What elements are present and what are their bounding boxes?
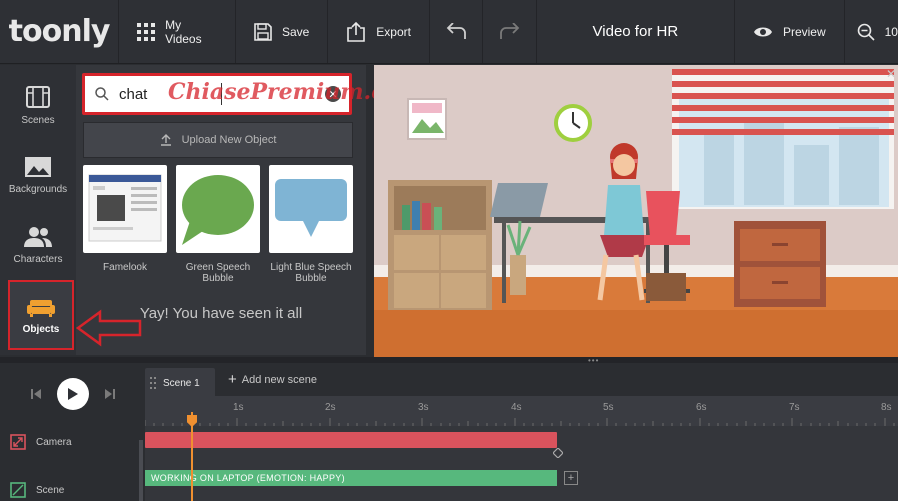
scene-track-icon — [10, 482, 26, 498]
skip-forward-icon[interactable] — [103, 388, 117, 400]
undo-icon — [446, 22, 467, 39]
ruler-label-8s: 8s — [881, 402, 892, 413]
eye-icon — [753, 27, 772, 36]
ruler-label-4s: 4s — [511, 402, 522, 413]
track-label-scene[interactable]: Scene — [10, 482, 64, 498]
backgrounds-icon — [25, 156, 51, 177]
zoom-level: 10 — [884, 24, 898, 39]
close-icon[interactable]: ✕ — [886, 67, 896, 81]
export-icon — [347, 21, 366, 42]
nav-item-backgrounds[interactable]: Backgrounds — [0, 140, 76, 210]
nav-label-backgrounds: Backgrounds — [8, 183, 68, 195]
app-logo[interactable]: toonly — [0, 0, 120, 63]
famelook-thumbnail-icon — [88, 174, 162, 242]
object-label-green-speech-bubble: Green Speech Bubble — [185, 262, 251, 284]
nav-label-characters: Characters — [13, 253, 63, 265]
top-toolbar: toonly My Videos Save Export Video for H… — [0, 0, 898, 64]
annotation-arrow-icon — [76, 309, 142, 347]
save-icon — [254, 22, 272, 41]
track-area[interactable]: WORKING ON LAPTOP (EMOTION: HAPPY) + — [145, 426, 898, 501]
left-nav: Scenes Backgrounds Characters Objects — [0, 65, 76, 355]
upload-icon — [160, 134, 171, 146]
object-label-famelook: Famelook — [103, 262, 147, 273]
track-label-camera-text: Camera — [36, 436, 72, 448]
camera-track-bar[interactable] — [145, 432, 557, 448]
export-label: Export — [376, 24, 411, 39]
nav-item-scenes[interactable]: Scenes — [0, 70, 76, 140]
my-videos-label: My Videos — [165, 17, 202, 46]
object-card-green-speech-bubble[interactable] — [176, 165, 260, 253]
search-icon — [95, 87, 109, 101]
nav-label-scenes: Scenes — [21, 114, 55, 126]
ruler-label-7s: 7s — [789, 402, 800, 413]
ruler-label-3s: 3s — [418, 402, 429, 413]
keyframe-diamond-icon[interactable] — [553, 448, 563, 458]
sofa-icon — [27, 299, 55, 317]
search-box[interactable]: ✕ — [82, 73, 352, 115]
play-button[interactable] — [56, 378, 89, 410]
time-ruler[interactable]: 1s 2s 3s 4s 5s 6s 7s 8s — [145, 396, 898, 426]
nav-label-objects: Objects — [22, 323, 60, 335]
scene-canvas[interactable]: ✕ — [374, 65, 898, 357]
add-scene-label: Add new scene — [241, 373, 317, 386]
office-scene-illustration — [374, 65, 898, 357]
scenes-icon — [26, 85, 50, 108]
ruler-label-5s: 5s — [603, 402, 614, 413]
redo-icon — [499, 22, 519, 39]
nav-item-objects[interactable]: Objects — [8, 280, 74, 350]
track-label-camera[interactable]: Camera — [10, 434, 72, 450]
logo-text: toonly — [8, 14, 111, 49]
zoom-out-icon — [857, 23, 875, 41]
object-label-light-blue-speech-bubble: Light Blue Speech Bubble — [270, 262, 352, 284]
video-title-text: Video for HR — [592, 23, 679, 40]
light-blue-speech-bubble-icon — [275, 179, 347, 237]
scene-bar-label: WORKING ON LAPTOP (EMOTION: HAPPY) — [151, 473, 345, 483]
redo-button[interactable] — [483, 0, 537, 63]
nav-item-characters[interactable]: Characters — [0, 210, 76, 280]
upload-label: Upload New Object — [181, 134, 277, 146]
undo-button[interactable] — [430, 0, 484, 63]
ruler-label-6s: 6s — [696, 402, 707, 413]
tab-scene-1[interactable]: Scene 1 — [145, 368, 215, 398]
track-scrollbar[interactable] — [139, 440, 143, 501]
green-speech-bubble-icon — [182, 175, 254, 245]
ruler-label-2s: 2s — [325, 402, 336, 413]
search-input[interactable] — [119, 85, 309, 103]
object-card-light-blue-speech-bubble[interactable] — [269, 165, 353, 253]
ruler-ticks — [145, 418, 895, 426]
plus-icon: + — [228, 371, 237, 388]
close-icon: ✕ — [328, 88, 338, 101]
clear-search-button[interactable]: ✕ — [325, 86, 341, 102]
camera-track-icon — [10, 434, 26, 450]
track-label-scene-text: Scene — [36, 484, 65, 496]
track-labels: Camera Scene — [0, 426, 145, 501]
scene-track-bar[interactable]: WORKING ON LAPTOP (EMOTION: HAPPY) — [145, 470, 557, 486]
app-window: toonly My Videos Save Export Video for H… — [0, 0, 898, 501]
play-icon — [67, 388, 78, 400]
zoom-control[interactable]: 10 — [843, 0, 898, 63]
export-button[interactable]: Export — [328, 0, 430, 63]
skip-back-icon[interactable] — [29, 388, 43, 400]
object-card-famelook[interactable] — [83, 165, 167, 253]
save-button[interactable]: Save — [236, 0, 329, 63]
add-track-item-button[interactable]: + — [564, 471, 578, 485]
my-videos-button[interactable]: My Videos — [119, 0, 236, 63]
playback-controls — [0, 363, 145, 425]
timeline: Scene 1 + Add new scene 1s 2s 3s 4s 5s 6… — [0, 363, 898, 501]
save-label: Save — [281, 24, 310, 39]
scene-tab-label: Scene 1 — [163, 377, 200, 389]
add-scene-button[interactable]: + Add new scene — [228, 371, 317, 388]
preview-button[interactable]: Preview — [735, 0, 844, 63]
grid-icon — [137, 22, 156, 41]
video-title[interactable]: Video for HR — [537, 0, 735, 63]
characters-icon — [24, 226, 52, 247]
ruler-label-1s: 1s — [233, 402, 244, 413]
text-cursor-icon — [221, 83, 227, 105]
drag-handle-icon — [150, 377, 156, 389]
preview-label: Preview — [782, 24, 826, 39]
upload-object-button[interactable]: Upload New Object — [83, 122, 353, 158]
